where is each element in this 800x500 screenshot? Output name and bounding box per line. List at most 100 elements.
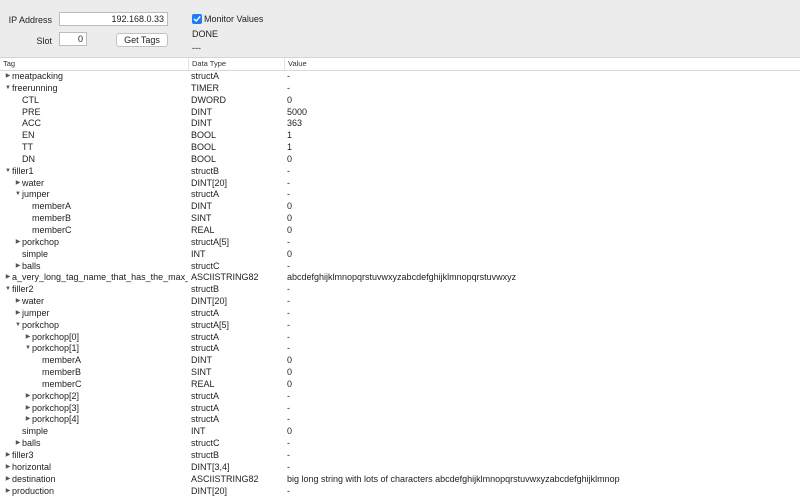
disclosure-triangle-right-icon[interactable]: ▶ [14, 296, 22, 308]
value-cell: 1 [287, 142, 293, 153]
table-row[interactable]: PRE DINT 5000 [0, 107, 800, 119]
data-type-cell: DINT [191, 355, 212, 366]
table-row[interactable]: ▶ horizontal DINT[3,4] - [0, 462, 800, 474]
disclosure-triangle-right-icon[interactable]: ▶ [4, 71, 12, 83]
tag-cell: ▶ filler3 [0, 450, 188, 462]
value-cell: - [287, 82, 290, 93]
table-row[interactable]: ▼porkchop structA[5] - [0, 320, 800, 332]
table-row[interactable]: ▶ water DINT[20] - [0, 296, 800, 308]
table-row[interactable]: ▶ destination ASCIISTRING82 big long string… [0, 474, 800, 486]
disclosure-triangle-right-icon[interactable]: ▶ [4, 272, 12, 284]
table-row[interactable]: simple INT 0 [0, 426, 800, 438]
disclosure-triangle-right-icon[interactable]: ▶ [14, 261, 22, 273]
disclosure-triangle-right-icon[interactable]: ▶ [14, 308, 22, 320]
table-row[interactable]: ▼freerunning TIMER - [0, 83, 800, 95]
table-row[interactable]: ▶ a_very_long_tag_name_that_has_the_max_n… [0, 272, 800, 284]
column-header-tag[interactable]: Tag [0, 58, 188, 70]
disclosure-triangle-right-icon[interactable]: ▶ [14, 178, 22, 190]
monitor-values-label: Monitor Values [204, 14, 264, 24]
table-row[interactable]: ▶ porkchop[0] structA - [0, 332, 800, 344]
table-row[interactable]: ▶ jumper structA - [0, 308, 800, 320]
table-row[interactable]: ▼porkchop[1] structA - [0, 343, 800, 355]
table-row[interactable]: ▼filler2 structB - [0, 284, 800, 296]
disclosure-triangle-right-icon[interactable]: ▶ [14, 438, 22, 450]
disclosure-triangle-down-icon[interactable]: ▼ [14, 320, 22, 332]
value-cell: 5000 [287, 106, 308, 117]
disclosure-triangle-right-icon[interactable]: ▶ [24, 414, 32, 426]
table-row[interactable]: memberA DINT 0 [0, 201, 800, 213]
table-row[interactable]: memberA DINT 0 [0, 355, 800, 367]
tag-name: memberC [42, 378, 82, 389]
table-row[interactable]: ▶ porkchop[4] structA - [0, 414, 800, 426]
table-row[interactable]: ▶ balls structC - [0, 438, 800, 450]
table-row[interactable]: ▶ porkchop[3] structA - [0, 403, 800, 415]
table-row[interactable]: TT BOOL 1 [0, 142, 800, 154]
data-type-cell: structA [191, 402, 220, 413]
table-row[interactable]: ▶ water DINT[20] - [0, 178, 800, 190]
table-row[interactable]: ▼jumper structA - [0, 189, 800, 201]
tag-cell: ▶ destination [0, 474, 188, 486]
monitor-values-checkbox[interactable] [192, 14, 202, 24]
tag-name: destination [12, 473, 56, 484]
tag-cell: TT [0, 142, 188, 154]
table-row[interactable]: CTL DWORD 0 [0, 95, 800, 107]
value-cell: - [287, 390, 290, 401]
disclosure-triangle-down-icon[interactable]: ▼ [4, 166, 12, 178]
slot-input[interactable] [59, 32, 87, 46]
tag-cell: memberB [0, 367, 188, 379]
disclosure-triangle-right-icon[interactable]: ▶ [4, 474, 12, 486]
disclosure-triangle-down-icon[interactable]: ▼ [4, 83, 12, 95]
tag-cell: ACC [0, 118, 188, 130]
value-cell: 0 [287, 213, 293, 224]
table-row[interactable]: ACC DINT 363 [0, 118, 800, 130]
table-row[interactable]: ▶ balls structC - [0, 261, 800, 273]
tag-cell: simple [0, 249, 188, 261]
table-row[interactable]: ▶ production DINT[20] - [0, 486, 800, 498]
value-cell: - [287, 236, 290, 247]
table-row[interactable]: memberC REAL 0 [0, 225, 800, 237]
column-header-value[interactable]: Value [284, 58, 800, 70]
value-cell: - [287, 414, 290, 425]
column-header-data-type[interactable]: Data Type [188, 58, 284, 70]
table-row[interactable]: ▶ filler3 structB - [0, 450, 800, 462]
tag-name: a_very_long_tag_name_that_has_the_max_nu [12, 272, 188, 283]
disclosure-triangle-down-icon[interactable]: ▼ [14, 189, 22, 201]
tag-name: memberB [32, 213, 72, 224]
data-type-cell: REAL [191, 224, 215, 235]
tag-name: production [12, 485, 55, 496]
table-row[interactable]: simple INT 0 [0, 249, 800, 261]
disclosure-triangle-right-icon[interactable]: ▶ [14, 237, 22, 249]
table-row[interactable]: ▼filler1 structB - [0, 166, 800, 178]
table-row[interactable]: DN BOOL 0 [0, 154, 800, 166]
table-row[interactable]: memberC REAL 0 [0, 379, 800, 391]
table-row[interactable]: memberB SINT 0 [0, 213, 800, 225]
table-row[interactable]: ▶ meatpacking structA - [0, 71, 800, 83]
tag-cell: ▶ meatpacking [0, 71, 188, 83]
table-row[interactable]: EN BOOL 1 [0, 130, 800, 142]
tag-cell: memberA [0, 201, 188, 213]
value-cell: - [287, 165, 290, 176]
ip-address-input[interactable] [59, 12, 168, 26]
disclosure-triangle-right-icon[interactable]: ▶ [4, 462, 12, 474]
tag-cell: ▼jumper [0, 189, 188, 201]
disclosure-triangle-down-icon[interactable]: ▼ [4, 284, 12, 296]
tag-cell: PRE [0, 107, 188, 119]
tag-name: jumper [22, 307, 50, 318]
tag-name: memberB [42, 367, 82, 378]
disclosure-triangle-down-icon[interactable]: ▼ [24, 343, 32, 355]
tag-tree-table[interactable]: ▶ meatpacking structA - ▼freerunning TIMER - CT… [0, 71, 800, 500]
disclosure-triangle-right-icon[interactable]: ▶ [4, 486, 12, 498]
disclosure-triangle-right-icon[interactable]: ▶ [24, 403, 32, 415]
tag-cell: ▼filler2 [0, 284, 188, 296]
get-tags-button[interactable]: Get Tags [116, 33, 168, 47]
table-row[interactable]: ▶ porkchop structA[5] - [0, 237, 800, 249]
table-row[interactable]: memberB SINT 0 [0, 367, 800, 379]
disclosure-triangle-right-icon[interactable]: ▶ [4, 450, 12, 462]
table-row[interactable]: ▶ porkchop[2] structA - [0, 391, 800, 403]
disclosure-triangle-right-icon[interactable]: ▶ [24, 391, 32, 403]
disclosure-triangle-right-icon[interactable]: ▶ [24, 332, 32, 344]
tag-name: CTL [22, 94, 40, 105]
slot-label: Slot [36, 36, 52, 46]
tag-cell: ▼filler1 [0, 166, 188, 178]
tag-name: porkchop[3] [32, 402, 80, 413]
